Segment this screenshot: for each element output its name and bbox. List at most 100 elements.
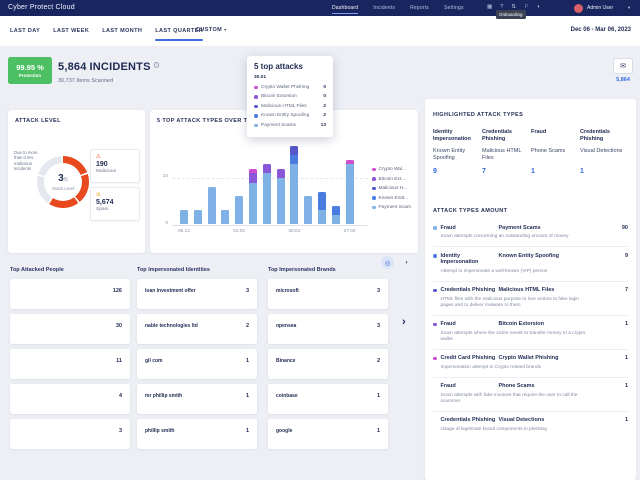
top-bar: Cyber Protect Cloud Dashboard Incidents Re… <box>0 0 640 16</box>
legend-entry[interactable]: Malicious H... <box>372 186 411 191</box>
attack-amount-item[interactable]: Fraud Payment Scams 90 Scam attempts con… <box>433 219 628 247</box>
top-nav-item[interactable]: Dashboard <box>332 3 359 14</box>
chart-bar[interactable] <box>345 159 354 224</box>
attack-amount-item[interactable]: Fraud Phone Scams 1 Scam attempts with f… <box>433 378 628 412</box>
list-item[interactable]: google 1 <box>268 419 388 449</box>
chart-bar[interactable] <box>180 210 188 224</box>
x-axis-label: 30.01 <box>288 229 301 234</box>
attack-category: Identity Impersonation <box>440 252 479 266</box>
chart-bar[interactable] <box>304 196 313 224</box>
announcements-icon[interactable]: ◗ <box>537 5 540 11</box>
chart-bar[interactable] <box>193 210 202 224</box>
list-item[interactable]: coinbase 1 <box>268 384 388 414</box>
attack-category: Credentials Phishing <box>482 129 512 142</box>
list-item[interactable]: 3 <box>10 419 130 449</box>
item-value: 3 <box>376 323 380 329</box>
attack-description: Scam attempts with fake invoices that re… <box>440 392 578 404</box>
malicious-label: Malicious <box>96 168 116 174</box>
list-item[interactable]: Binance 2 <box>268 349 388 379</box>
time-filter-tab[interactable]: LAST WEEK <box>53 28 89 34</box>
item-label: coinbase <box>276 393 298 399</box>
series-dot-icon <box>433 419 437 423</box>
calendar-icon[interactable]: ▦ <box>487 5 492 11</box>
chart-bar[interactable] <box>290 145 299 224</box>
chevron-down-icon: ▾ <box>224 27 227 32</box>
attack-category: Credit Card Phishing <box>440 355 496 361</box>
item-value: 3 <box>118 428 122 434</box>
x-axis-line <box>172 224 368 226</box>
top-impersonated-brands-header: Top Impersonated Brands <box>268 267 336 273</box>
info-icon[interactable]: i <box>153 62 160 68</box>
bar-segment <box>318 191 326 211</box>
spam-card[interactable]: ⊘ 5,674 Spam <box>90 187 140 221</box>
carousel-next-arrow[interactable]: › <box>402 316 406 328</box>
highlighted-column[interactable]: Fraud Phone Scams 1 <box>531 129 580 175</box>
app-title: Cyber Protect Cloud <box>8 4 75 11</box>
malicious-count: 190 <box>96 160 108 168</box>
attack-amount-item[interactable]: Fraud Bitcoin Extorsion 1 Scam attempts … <box>433 316 628 350</box>
user-avatar[interactable] <box>574 3 583 13</box>
item-value: 1 <box>376 393 380 399</box>
item-label: microsoft <box>276 288 299 294</box>
list-item[interactable]: 4 <box>10 384 130 414</box>
incidents-suffix: INCIDENTS <box>89 61 151 73</box>
highlighted-column[interactable]: Credentials Phishing Malicious HTML File… <box>482 129 531 175</box>
list-item[interactable]: gil com 1 <box>137 349 257 379</box>
attack-count: 1 <box>624 321 628 327</box>
item-label: nable technologies ltd <box>145 323 198 329</box>
amounts-header: ATTACK TYPES AMOUNT <box>433 208 508 214</box>
chart-bar[interactable] <box>331 205 340 224</box>
list-item[interactable]: 126 <box>10 279 130 309</box>
attack-amount-item[interactable]: Credit Card Phishing Crypto Wallet Phish… <box>433 350 628 378</box>
legend-entry[interactable]: Known Entit... <box>372 196 411 201</box>
attack-amount-item[interactable]: Credentials Phishing Visual Detections 1… <box>433 412 629 439</box>
item-value: 30 <box>115 323 122 329</box>
dashboard: Cyber Protect Cloud Dashboard Incidents Re… <box>0 0 640 480</box>
incidents-headline: 5,864 INCIDENTS i <box>58 61 160 73</box>
tab-custom[interactable]: CUSTOM ▾ <box>196 27 227 33</box>
list-item[interactable]: opensea 3 <box>268 314 388 344</box>
chart-bar[interactable] <box>249 168 257 224</box>
highlighted-column[interactable]: Identity Impersonation Known Entity Spoo… <box>433 129 482 175</box>
settings-button[interactable]: ◎ <box>381 256 394 269</box>
top-nav-item[interactable]: Incidents <box>373 3 395 13</box>
attack-amount-item[interactable]: Identity Impersonation Known Entity Spoo… <box>433 247 628 282</box>
list-item[interactable]: nable technologies ltd 2 <box>137 314 257 344</box>
list-item[interactable]: phillip smith 1 <box>137 419 257 449</box>
mail-icon: ✉ <box>620 63 626 70</box>
chevron-down-icon[interactable]: ▾ <box>628 0 630 16</box>
chart-bar[interactable] <box>262 164 271 224</box>
chart-bar[interactable] <box>276 168 285 224</box>
list-item[interactable]: 30 <box>10 314 130 344</box>
legend-label: Malicious H... <box>378 186 408 191</box>
legend-entry[interactable]: Crypto Wal... <box>372 167 411 172</box>
chart-bar[interactable] <box>318 191 326 224</box>
chart-bar[interactable] <box>207 187 216 224</box>
item-value: 3 <box>245 288 249 294</box>
top-nav-item[interactable]: Reports <box>410 3 429 13</box>
list-item[interactable]: 11 <box>10 349 130 379</box>
attack-amount-item[interactable]: Credentials Phishing Malicious HTML File… <box>433 282 628 316</box>
list-item[interactable]: loan investment offer 3 <box>137 279 257 309</box>
legend-entry[interactable]: Bitcoin Ext... <box>372 177 411 182</box>
top-nav-item[interactable]: Settings <box>444 3 464 13</box>
series-dot-icon <box>433 385 437 389</box>
list-item[interactable]: mr phillip smith 1 <box>137 384 257 414</box>
malicious-card[interactable]: ⚠ 190 Malicious <box>90 149 140 183</box>
attack-count: 1 <box>531 168 535 175</box>
series-dot-icon <box>372 196 376 200</box>
chart-bar[interactable] <box>235 196 244 224</box>
highlighted-column[interactable]: Credentials Phishing Visual Detections 1 <box>580 129 629 175</box>
legend-entry[interactable]: Payment Scam <box>372 205 411 210</box>
list-item[interactable]: microsoft 3 <box>268 279 388 309</box>
bar-segment <box>262 173 271 224</box>
attack-type-value: 13 <box>320 122 326 128</box>
attack-description: Scam attempts where the victim needs to … <box>440 330 586 342</box>
time-filter-tab[interactable]: LAST MONTH <box>102 28 142 34</box>
chart-bar[interactable] <box>221 210 230 224</box>
scroll-right-button[interactable]: › <box>400 256 413 269</box>
user-name[interactable]: Admin User <box>587 0 613 16</box>
time-filter-tab[interactable]: LAST DAY <box>10 28 40 34</box>
mail-button[interactable]: ✉ <box>613 58 633 74</box>
series-dot-icon <box>372 186 376 191</box>
